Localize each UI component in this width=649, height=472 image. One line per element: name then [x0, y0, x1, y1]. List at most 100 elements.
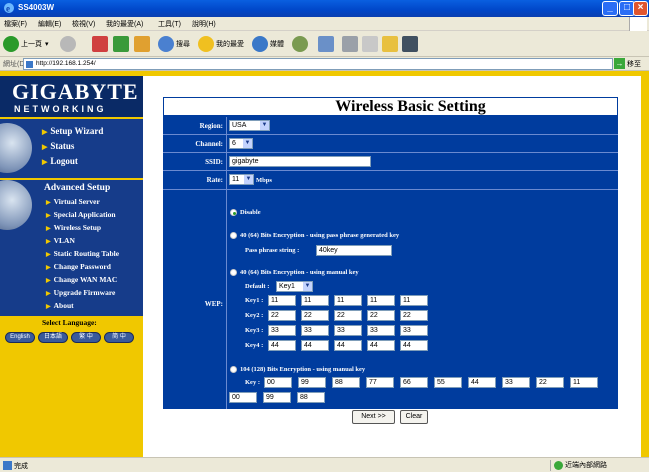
lang-traditional-chinese-button[interactable]: 繁 中	[71, 332, 101, 343]
chevron-down-icon: ▼	[303, 282, 312, 291]
refresh-button[interactable]	[113, 34, 131, 54]
nav-virtual-server[interactable]: ▶ Virtual Server	[46, 197, 100, 206]
home-icon	[134, 36, 150, 52]
nav-static-routing[interactable]: ▶ Static Routing Table	[46, 249, 119, 258]
nav-about[interactable]: ▶ About	[46, 301, 74, 310]
key104-field[interactable]: 66	[400, 377, 428, 388]
lang-japanese-button[interactable]: 日本語	[38, 332, 68, 343]
stop-button[interactable]	[92, 34, 110, 54]
key3-field[interactable]: 33	[400, 325, 428, 336]
next-button[interactable]: Next >>	[352, 410, 395, 424]
key2-field[interactable]: 22	[301, 310, 329, 321]
channel-select[interactable]: 6 ▼	[229, 138, 253, 149]
key4-field[interactable]: 44	[334, 340, 362, 351]
chevron-down-icon: ▼	[243, 139, 252, 148]
go-button[interactable]: → 移至	[614, 58, 641, 69]
passphrase-input[interactable]: 40key	[316, 245, 392, 256]
nav-upgrade-firmware[interactable]: ▶ Upgrade Firmware	[46, 288, 115, 297]
key104-field[interactable]: 22	[536, 377, 564, 388]
status-bar: 完成 近端內部網路	[0, 457, 649, 472]
key2-label: Key2 :	[245, 312, 264, 319]
key104-field[interactable]: 99	[298, 377, 326, 388]
print-button[interactable]	[342, 34, 360, 54]
key1-field[interactable]: 11	[301, 295, 329, 306]
row-divider	[163, 152, 618, 153]
rate-select[interactable]: 11 ▼	[229, 174, 254, 185]
clear-button[interactable]: Clear	[400, 410, 428, 424]
menu-favorites[interactable]: 我的最愛(A)	[106, 19, 143, 29]
wep-disable-label: Disable	[240, 209, 261, 216]
wep-passphrase-radio[interactable]	[230, 232, 237, 239]
key4-field[interactable]: 44	[301, 340, 329, 351]
messenger-button[interactable]	[402, 34, 420, 54]
nav-change-wan-mac[interactable]: ▶ Change WAN MAC	[46, 275, 117, 284]
key3-field[interactable]: 33	[301, 325, 329, 336]
media-button[interactable]: 媒體	[252, 34, 284, 54]
nav-special-application[interactable]: ▶ Special Application	[46, 210, 116, 219]
key104-field[interactable]: 88	[332, 377, 360, 388]
nav-status[interactable]: ▶ Status	[42, 141, 74, 151]
back-button[interactable]: 上一頁 ▾	[3, 34, 49, 54]
menu-edit[interactable]: 編輯(E)	[38, 19, 61, 29]
refresh-icon	[113, 36, 129, 52]
key104-field[interactable]: 77	[366, 377, 394, 388]
edit-button[interactable]	[362, 34, 380, 54]
lang-simplified-chinese-button[interactable]: 简 中	[104, 332, 134, 343]
wep-manual40-radio[interactable]	[230, 269, 237, 276]
key1-field[interactable]: 11	[268, 295, 296, 306]
nav-logout[interactable]: ▶ Logout	[42, 156, 78, 166]
key3-field[interactable]: 33	[268, 325, 296, 336]
media-icon	[252, 36, 268, 52]
wep-disable-radio[interactable]	[230, 209, 237, 216]
home-button[interactable]	[134, 34, 152, 54]
key104-field[interactable]: 44	[468, 377, 496, 388]
favorites-button[interactable]: 我的最愛	[198, 34, 244, 54]
discuss-button[interactable]	[382, 34, 400, 54]
ssid-input[interactable]: gigabyte	[229, 156, 371, 167]
key2-field[interactable]: 22	[268, 310, 296, 321]
wep-manual104-radio[interactable]	[230, 366, 237, 373]
nav-vlan[interactable]: ▶ VLAN	[46, 236, 75, 245]
menu-file[interactable]: 檔案(F)	[4, 19, 27, 29]
key104-field[interactable]: 00	[264, 377, 292, 388]
history-button[interactable]	[292, 34, 310, 54]
key104-field[interactable]: 11	[570, 377, 598, 388]
address-input[interactable]: http://192.168.1.254/	[23, 58, 613, 70]
address-bar: 網址(D) http://192.168.1.254/ → 移至	[0, 57, 649, 71]
main-nav: ▶ Setup Wizard ▶ Status ▶ Logout	[0, 119, 143, 178]
nav-setup-wizard[interactable]: ▶ Setup Wizard	[42, 126, 103, 136]
forward-button[interactable]	[60, 34, 78, 54]
key104-field[interactable]: 33	[502, 377, 530, 388]
key3-field[interactable]: 33	[367, 325, 395, 336]
nav-change-password[interactable]: ▶ Change Password	[46, 262, 111, 271]
mail-button[interactable]	[318, 34, 336, 54]
key104-field[interactable]: 99	[263, 392, 291, 403]
menu-help[interactable]: 說明(H)	[192, 19, 216, 29]
status-text: 完成	[14, 463, 28, 470]
nav-wireless-setup[interactable]: ▶ Wireless Setup	[46, 223, 101, 232]
globe-icon	[554, 461, 563, 470]
key4-field[interactable]: 44	[400, 340, 428, 351]
key104-field[interactable]: 88	[297, 392, 325, 403]
key1-field[interactable]: 11	[367, 295, 395, 306]
forward-arrow-icon	[60, 36, 76, 52]
key4-field[interactable]: 44	[268, 340, 296, 351]
key4-field[interactable]: 44	[367, 340, 395, 351]
key2-field[interactable]: 22	[400, 310, 428, 321]
menu-tools[interactable]: 工具(T)	[158, 19, 181, 29]
minimize-button[interactable]: _	[602, 1, 618, 16]
menu-view[interactable]: 檢視(V)	[72, 19, 95, 29]
default-key-select[interactable]: Key1 ▼	[276, 281, 313, 292]
lang-english-button[interactable]: English	[5, 332, 35, 343]
search-button[interactable]: 搜尋	[158, 34, 190, 54]
key2-field[interactable]: 22	[367, 310, 395, 321]
key104-field[interactable]: 55	[434, 377, 462, 388]
key2-field[interactable]: 22	[334, 310, 362, 321]
key3-field[interactable]: 33	[334, 325, 362, 336]
key1-field[interactable]: 11	[334, 295, 362, 306]
close-button[interactable]: ×	[633, 1, 648, 16]
region-select[interactable]: USA ▼	[229, 120, 270, 131]
key1-field[interactable]: 11	[400, 295, 428, 306]
wep-label: WEP:	[204, 300, 223, 308]
key104-field[interactable]: 00	[229, 392, 257, 403]
